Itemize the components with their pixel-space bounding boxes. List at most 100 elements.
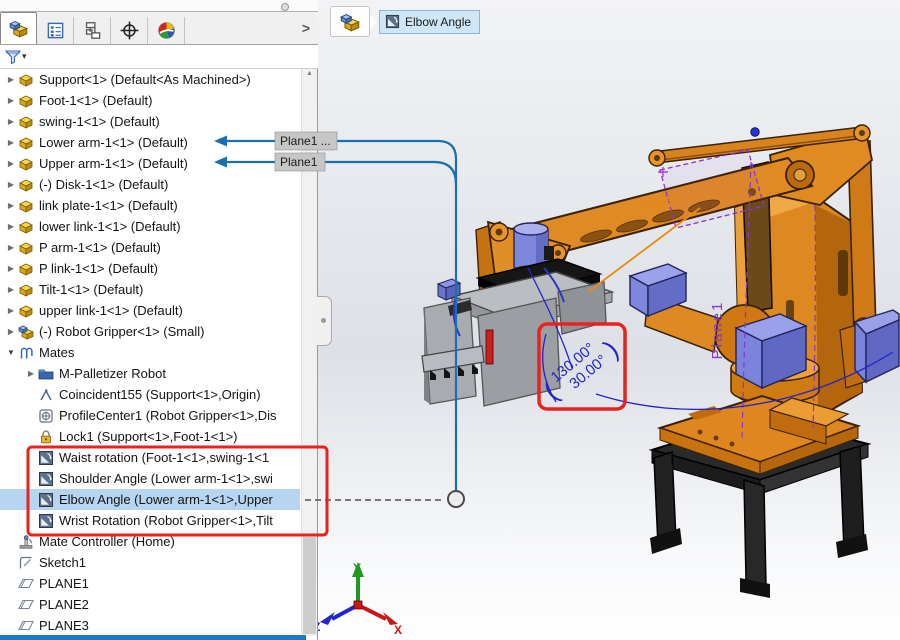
filter-dropdown-caret-icon[interactable]: ▾	[22, 51, 27, 62]
tree-item-label: Foot-1<1> (Default)	[39, 93, 152, 108]
expand-arrow-icon[interactable]	[4, 306, 18, 315]
part-icon	[18, 177, 34, 193]
tree-item[interactable]: Waist rotation (Foot-1<1>,swing-1<1	[0, 447, 300, 468]
tree-item-label: Mates	[39, 345, 74, 360]
tree-item[interactable]: lower link-1<1> (Default)	[0, 216, 300, 237]
tree-item-label: lower link-1<1> (Default)	[39, 219, 181, 234]
property-tab[interactable]	[37, 17, 74, 44]
tree-item-label: PLANE1	[39, 576, 89, 591]
angle-mate-icon	[385, 14, 400, 29]
tree-item[interactable]: PLANE3	[0, 615, 300, 636]
tree-item-label: ProfileCenter1 (Robot Gripper<1>,Dis	[59, 408, 277, 423]
tree-item-label: Lock1 (Support<1>,Foot-1<1>)	[59, 429, 238, 444]
tree-item-label: Sketch1	[39, 555, 86, 570]
breadcrumb-assembly-chip[interactable]	[330, 6, 370, 37]
tree-item[interactable]: PLANE1	[0, 573, 300, 594]
property-manager-icon	[46, 21, 65, 40]
assembly-icon	[340, 12, 360, 32]
panel-top-splitter[interactable]	[0, 0, 318, 12]
tree-item[interactable]: PLANE2	[0, 594, 300, 615]
tree-item[interactable]: Coincident155 (Support<1>,Origin)	[0, 384, 300, 405]
panel-tab-bar: >	[0, 12, 318, 45]
expand-arrow-icon[interactable]	[4, 222, 18, 231]
tab-overflow-chevron[interactable]: >	[302, 20, 318, 36]
graphics-viewport[interactable]	[318, 0, 900, 640]
expand-arrow-icon[interactable]	[4, 201, 18, 210]
expand-arrow-icon[interactable]	[4, 264, 18, 273]
tree-item-label: link plate-1<1> (Default)	[39, 198, 178, 213]
angle-mate-icon	[38, 513, 54, 529]
tree-item[interactable]: Support<1> (Default<As Machined>)	[0, 69, 300, 90]
part-icon	[18, 282, 34, 298]
mate-controller-icon	[18, 534, 34, 550]
expand-arrow-icon[interactable]	[4, 117, 18, 126]
configuration-manager-icon	[83, 21, 102, 40]
coincident-mate-icon	[38, 387, 54, 403]
expand-arrow-icon[interactable]	[4, 75, 18, 84]
scrollbar-up-arrow-icon[interactable]: ▲	[302, 70, 317, 77]
tree-item[interactable]: M-Palletizer Robot	[0, 363, 300, 384]
tree-item[interactable]: P arm-1<1> (Default)	[0, 237, 300, 258]
display-tab[interactable]	[148, 17, 185, 44]
tree-item-label: PLANE3	[39, 618, 89, 633]
tree-item-label: M-Palletizer Robot	[59, 366, 166, 381]
breadcrumb-mate-label: Elbow Angle	[405, 15, 471, 29]
expand-arrow-icon[interactable]	[4, 285, 18, 294]
tree-item[interactable]: Shoulder Angle (Lower arm-1<1>,swi	[0, 468, 300, 489]
expand-arrow-icon[interactable]	[4, 159, 18, 168]
tree-scrollbar[interactable]: ▲	[301, 69, 317, 636]
tree-item[interactable]: Upper arm-1<1> (Default)	[0, 153, 300, 174]
assembly-icon	[9, 19, 28, 38]
angle-mate-icon	[38, 471, 54, 487]
expand-arrow-icon[interactable]	[4, 138, 18, 147]
tree-item[interactable]: Foot-1<1> (Default)	[0, 90, 300, 111]
tree-item-label: Lower arm-1<1> (Default)	[39, 135, 188, 150]
feature-manager-panel: > ▾ Support<1> (Default<As Machined>) Fo…	[0, 0, 318, 640]
part-icon	[18, 261, 34, 277]
tree-item[interactable]: link plate-1<1> (Default)	[0, 195, 300, 216]
part-icon	[18, 135, 34, 151]
tree-filter-bar[interactable]: ▾	[0, 45, 318, 69]
tree-item-label: P arm-1<1> (Default)	[39, 240, 161, 255]
tree-item[interactable]: (-) Disk-1<1> (Default)	[0, 174, 300, 195]
status-strip	[0, 635, 306, 640]
breadcrumb-mate-chip[interactable]: Elbow Angle	[379, 10, 480, 34]
tree-item-label: Wrist Rotation (Robot Gripper<1>,Tilt	[59, 513, 273, 528]
tree-item[interactable]: Lower arm-1<1> (Default)	[0, 132, 300, 153]
tree-item[interactable]: (-) Robot Gripper<1> (Small)	[0, 321, 300, 342]
tree-item-label: (-) Disk-1<1> (Default)	[39, 177, 168, 192]
expand-arrow-icon[interactable]	[4, 180, 18, 189]
sketch-icon	[18, 555, 34, 571]
tree-item[interactable]: Wrist Rotation (Robot Gripper<1>,Tilt	[0, 510, 300, 531]
angle-mate-icon	[38, 450, 54, 466]
tree-item-mates[interactable]: Mates	[0, 342, 300, 363]
tree-item[interactable]: swing-1<1> (Default)	[0, 111, 300, 132]
tree-item-label: Elbow Angle (Lower arm-1<1>,Upper	[59, 492, 273, 507]
expand-arrow-icon[interactable]	[4, 327, 18, 336]
scrollbar-thumb[interactable]	[303, 537, 316, 634]
tree-item[interactable]: P link-1<1> (Default)	[0, 258, 300, 279]
configuration-tab[interactable]	[74, 17, 111, 44]
dimxpert-tab[interactable]	[111, 17, 148, 44]
part-icon	[18, 219, 34, 235]
panel-collapse-handle[interactable]	[317, 296, 332, 346]
tree-item[interactable]: Tilt-1<1> (Default)	[0, 279, 300, 300]
tree-item[interactable]: ProfileCenter1 (Robot Gripper<1>,Dis	[0, 405, 300, 426]
expand-arrow-icon[interactable]	[4, 243, 18, 252]
expand-arrow-icon[interactable]	[4, 96, 18, 105]
tree-item-label: Shoulder Angle (Lower arm-1<1>,swi	[59, 471, 273, 486]
tree-item-label: Mate Controller (Home)	[39, 534, 175, 549]
tree-item-selected[interactable]: Elbow Angle (Lower arm-1<1>,Upper	[0, 489, 300, 510]
tree-item-label: P link-1<1> (Default)	[39, 261, 158, 276]
tree-item[interactable]: Mate Controller (Home)	[0, 531, 300, 552]
part-icon	[18, 303, 34, 319]
expand-arrow-icon[interactable]	[24, 369, 38, 378]
tree-item[interactable]: upper link-1<1> (Default)	[0, 300, 300, 321]
tree-item[interactable]: Lock1 (Support<1>,Foot-1<1>)	[0, 426, 300, 447]
part-icon	[18, 240, 34, 256]
features-tab[interactable]	[0, 12, 37, 44]
collapse-arrow-icon[interactable]	[4, 348, 18, 357]
tree-item[interactable]: Sketch1	[0, 552, 300, 573]
tree-item-label: swing-1<1> (Default)	[39, 114, 160, 129]
lock-mate-icon	[38, 429, 54, 445]
